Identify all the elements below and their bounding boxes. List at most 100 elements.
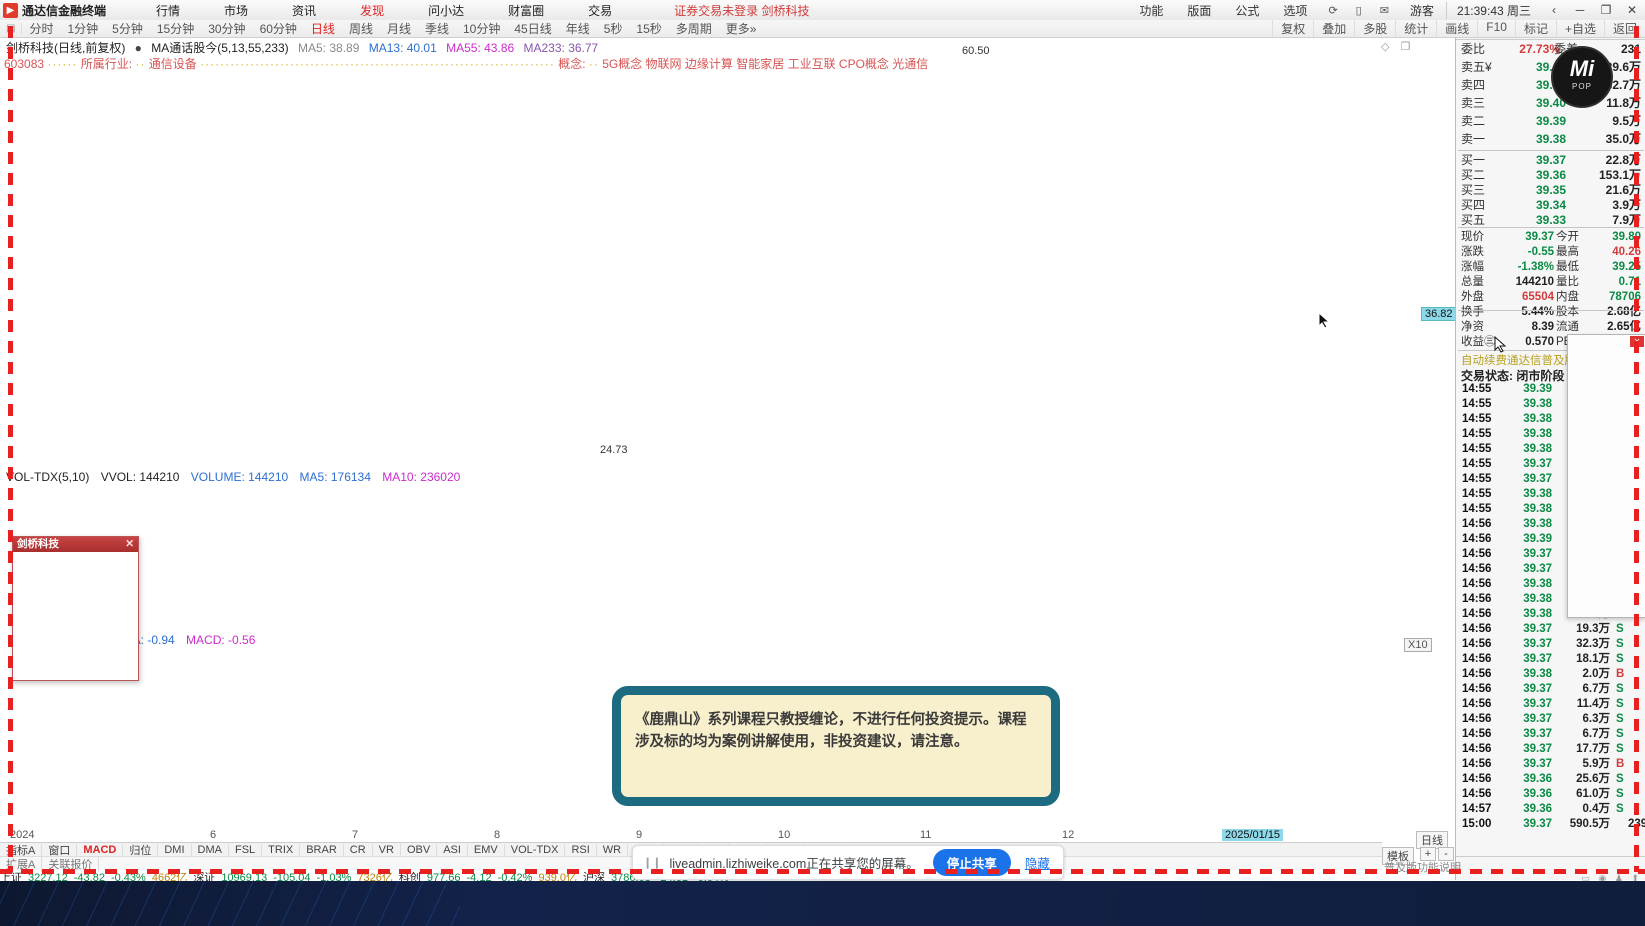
period-月线[interactable]: 月线 (380, 20, 418, 37)
menu-item-行情[interactable]: 行情 (134, 2, 202, 19)
share-border-left (8, 26, 13, 872)
menu-item-功能[interactable]: 功能 (1127, 2, 1175, 19)
period-10分钟[interactable]: 10分钟 (456, 20, 507, 37)
indicator-tab-ASI[interactable]: ASI (437, 844, 468, 856)
vol-ma10-value: MA10: 236020 (382, 470, 461, 484)
period-多周期[interactable]: 多周期 (669, 20, 719, 37)
stat-label: 换手 (1461, 306, 1484, 318)
bid-label: 买二 (1461, 168, 1486, 182)
tick-flag: S (1616, 743, 1624, 755)
ask-label: 卖五¥ (1461, 60, 1492, 74)
minimize-button[interactable]: ─ (1567, 3, 1593, 17)
guest-label[interactable]: 游客 (1398, 2, 1446, 19)
tick-time: 14:56 (1462, 638, 1492, 650)
period-年线[interactable]: 年线 (559, 20, 597, 37)
menu-item-版面[interactable]: 版面 (1175, 2, 1223, 19)
menu-item-公式[interactable]: 公式 (1223, 2, 1271, 19)
period-60分钟[interactable]: 60分钟 (253, 20, 304, 37)
tick-price: 39.36 (1523, 803, 1552, 815)
tick-time: 14:57 (1462, 803, 1492, 815)
tick-flag: S (1616, 788, 1624, 800)
action-+自选[interactable]: +自选 (1555, 20, 1604, 37)
indicator-tab-FSL[interactable]: FSL (229, 844, 263, 856)
tick-volume: 6.3万 (1582, 713, 1611, 725)
indicator-tab-CR[interactable]: CR (344, 844, 373, 856)
indicator-tab-WR[interactable]: WR (597, 844, 629, 856)
period-5秒[interactable]: 5秒 (597, 20, 630, 37)
period-15秒[interactable]: 15秒 (629, 20, 668, 37)
indicator-tab-DMI[interactable]: DMI (158, 844, 192, 856)
menu-item-资讯[interactable]: 资讯 (270, 2, 338, 19)
action-复权[interactable]: 复权 (1272, 20, 1313, 37)
maximize-button[interactable]: ❐ (1593, 3, 1619, 17)
close-button[interactable]: ✕ (1619, 3, 1645, 17)
period-1分钟[interactable]: 1分钟 (60, 20, 105, 37)
indicator-tab-MACD[interactable]: MACD (77, 844, 124, 856)
indicator-tab-OBV[interactable]: OBV (401, 844, 438, 856)
concept-row: 603083 ······ 所属行业: ·· 通信设备 ············… (4, 57, 929, 71)
tick-volume: 25.6万 (1576, 773, 1610, 785)
indicator-tab-DMA[interactable]: DMA (192, 844, 229, 856)
period-分时[interactable]: 分时 (22, 20, 60, 37)
concept-values[interactable]: 5G概念 物联网 边缘计算 智能家居 工业互联 CPO概念 光通信 (602, 57, 928, 71)
stat-label: 量比 (1556, 276, 1579, 288)
stat-row: 总量 144210 量比 0.71 (1456, 275, 1645, 290)
period-15分钟[interactable]: 15分钟 (150, 20, 201, 37)
period-5分钟[interactable]: 5分钟 (105, 20, 150, 37)
menu-item-选项[interactable]: 选项 (1271, 2, 1319, 19)
pause-icon: ❙❙ (643, 857, 662, 869)
tick-price: 39.37 (1523, 563, 1552, 575)
indicator-tab-BRAR[interactable]: BRAR (300, 844, 344, 856)
mail-icon[interactable]: ✉ (1371, 4, 1398, 17)
indicator-tab-VOL-TDX[interactable]: VOL-TDX (505, 844, 566, 856)
action-标记[interactable]: 标记 (1514, 20, 1556, 37)
menu-item-发现[interactable]: 发现 (338, 2, 406, 19)
menu-item-市场[interactable]: 市场 (202, 2, 270, 19)
chart-corner-icons[interactable]: ◇ ❒ (1381, 40, 1414, 53)
action-F10[interactable]: F10 (1477, 20, 1515, 37)
popup-title-bar[interactable]: 剑桥科技 ✕ (13, 537, 138, 552)
vol-title: VOL-TDX(5,10) (6, 470, 90, 484)
tick-flag: S (1616, 653, 1624, 665)
tick-price: 39.38 (1523, 578, 1552, 590)
stat-value: 8.39 (1531, 321, 1554, 333)
macd-value: MACD: -0.56 (186, 633, 256, 647)
collapse-button[interactable]: ‹ (1541, 3, 1567, 17)
action-多股[interactable]: 多股 (1354, 20, 1395, 37)
action-叠加[interactable]: 叠加 (1313, 20, 1354, 37)
period-季线[interactable]: 季线 (418, 20, 456, 37)
action-画线[interactable]: 画线 (1436, 20, 1477, 37)
indicator-tab-VR[interactable]: VR (373, 844, 401, 856)
industry-value[interactable]: 通信设备 (149, 57, 197, 71)
indicator-tab-RSI[interactable]: RSI (565, 844, 597, 856)
x-axis-label: 2024 (10, 829, 35, 841)
menu-item-问小达[interactable]: 问小达 (406, 2, 486, 19)
screen-share-bar: ❙❙ liveadmin.lizhiweike.com正在共享您的屏幕。 停止共… (632, 845, 1064, 880)
tick-row: 14:56 39.38 2.0万 B (1456, 667, 1645, 682)
period-日线[interactable]: 日线 (304, 20, 342, 37)
mouse-cursor (1318, 312, 1331, 329)
menu-item-交易[interactable]: 交易 (566, 2, 634, 19)
tick-time: 14:55 (1462, 443, 1492, 455)
period-30分钟[interactable]: 30分钟 (201, 20, 252, 37)
stat-label: 现价 (1461, 231, 1484, 243)
tick-price: 39.37 (1523, 458, 1552, 470)
period-45日线[interactable]: 45日线 (507, 20, 558, 37)
tick-time: 14:56 (1462, 758, 1492, 770)
tick-flag: B (1616, 668, 1625, 680)
screen: { "menubar": { "logo": "▶", "app_title":… (0, 0, 1645, 926)
tick-row: 14:56 39.36 25.6万 S (1456, 772, 1645, 787)
menu-bar: ▶ 通达信金融终端 行情 市场 资讯 发现 问小达 财富圈 交易 证券交易未登录 剑桥科技 … (0, 0, 1645, 21)
phone-icon[interactable]: ▯ (1347, 4, 1371, 17)
stat-label: 外盘 (1461, 291, 1484, 303)
period-周线[interactable]: 周线 (342, 20, 380, 37)
popup-close-icon[interactable]: ✕ (125, 537, 134, 552)
period-更多»[interactable]: 更多» (719, 20, 764, 37)
volume-value: VOLUME: 144210 (190, 470, 289, 484)
indicator-tab-TRIX[interactable]: TRIX (262, 844, 301, 856)
indicator-tab-EMV[interactable]: EMV (468, 844, 505, 856)
menu-right-icons: ⟳ ▯ ✉ (1319, 4, 1398, 17)
action-统计[interactable]: 统计 (1395, 20, 1436, 37)
menu-item-财富圈[interactable]: 财富圈 (486, 2, 566, 19)
refresh-icon[interactable]: ⟳ (1319, 4, 1346, 17)
